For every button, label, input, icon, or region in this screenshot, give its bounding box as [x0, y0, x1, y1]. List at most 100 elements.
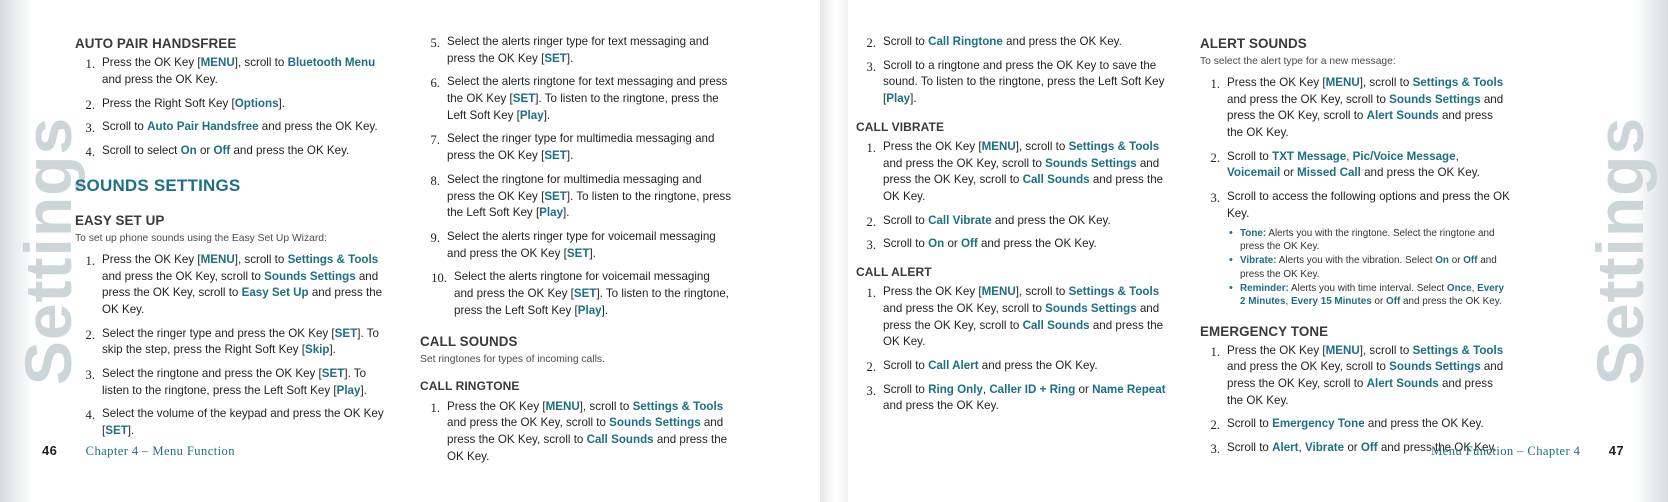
step-number: 3.: [866, 59, 876, 74]
option-label: Reminder:: [1240, 283, 1289, 295]
easy-set-up-intro: To set up phone sounds using the Easy Se…: [75, 233, 327, 245]
step-number: 3.: [866, 383, 876, 398]
step-text: Scroll to access the following options a…: [1227, 190, 1510, 220]
ui-term: Call Alert: [928, 358, 979, 372]
ui-term: Options: [234, 96, 279, 110]
alert-sounds-intro: To select the alert type for a new messa…: [1200, 56, 1396, 68]
call-ringtone-steps: 1. Press the OK Key [MENU], scroll to Set…: [420, 399, 732, 466]
step-number: 3.: [1210, 442, 1220, 457]
step-number: 3.: [866, 238, 876, 253]
ui-term: Off: [1360, 441, 1378, 455]
ui-term: Emergency Tone: [1272, 417, 1365, 431]
ui-term: On: [1435, 255, 1449, 267]
option-description: Alerts you with the vibration. Select On…: [1240, 255, 1497, 280]
ui-term: SET: [321, 367, 345, 381]
footer-chapter-right: Menu Function – Chapter 4: [1431, 444, 1581, 458]
step-number: 8.: [430, 173, 440, 188]
instruction-step: 2. Press the Right Soft Key [Options].: [75, 96, 387, 113]
instruction-step: 2. Scroll to Call Alert and press the OK …: [856, 358, 1168, 375]
page-number-right: 47: [1608, 443, 1624, 458]
step-number: 2.: [1210, 150, 1220, 165]
step-text: Press the OK Key [MENU], scroll to Bluet…: [102, 56, 376, 86]
instruction-step: 1. Press the OK Key [MENU], scroll to Set…: [856, 284, 1168, 351]
ui-term: Alert Sounds: [1366, 377, 1439, 391]
ui-term: SET: [566, 246, 590, 260]
option-bullet-list: Tone: Alerts you with the ringtone. Sele…: [1227, 226, 1512, 309]
ui-term: Name Repeat: [1092, 382, 1166, 396]
left-column-2: 5. Select the alerts ringer type for text…: [420, 34, 732, 472]
step-number: 5.: [430, 36, 440, 50]
ui-term: Sounds Settings: [1389, 360, 1481, 374]
step-text: Select the volume of the keypad and pres…: [102, 407, 384, 438]
step-number: 6.: [430, 76, 440, 91]
instruction-step: 7. Select the ringer type for multimedia …: [420, 131, 732, 164]
instruction-step: 4. Select the volume of the keypad and pr…: [75, 406, 387, 439]
ui-term: TXT Message: [1272, 149, 1347, 163]
ui-term: Off: [960, 237, 978, 251]
ui-term: Settings & Tools: [287, 252, 379, 266]
call-alert-steps: 1. Press the OK Key [MENU], scroll to Set…: [856, 284, 1168, 415]
ui-term: Settings & Tools: [1068, 139, 1160, 153]
ui-term: MENU: [200, 252, 235, 266]
ui-term: Pic/Voice Message: [1352, 149, 1456, 163]
ui-term: SET: [512, 92, 536, 106]
step-text: Select the alerts ringer type for text m…: [447, 35, 709, 65]
ui-term: Missed Call: [1297, 166, 1361, 180]
left-page-columns: AUTO PAIR HANDSFREE 1. Press the OK Key […: [0, 0, 834, 502]
instruction-step: 1. Press the OK Key [MENU], scroll to Blu…: [75, 55, 387, 88]
heading-auto-pair-handsfree: AUTO PAIR HANDSFREE: [75, 36, 237, 51]
footer-chapter-left: Chapter 4 – Menu Function: [85, 444, 235, 458]
step-number: 2.: [866, 359, 876, 374]
right-page-columns: 2. Scroll to Call Ringtone and press the …: [834, 0, 1668, 502]
instruction-step: 1. Press the OK Key [MENU], scroll to Set…: [1200, 343, 1512, 410]
step-text: Select the alerts ringtone for voicemail…: [454, 270, 729, 317]
step-number: 4.: [85, 408, 95, 423]
ui-term: Call Sounds: [586, 432, 654, 446]
option-description: Alerts you with the ringtone. Select the…: [1240, 227, 1495, 252]
step-text: Scroll to select On or Off and press the…: [102, 143, 350, 157]
instruction-step: 1. Press the OK Key [MENU], scroll to Set…: [75, 252, 387, 319]
ui-term: Play: [539, 206, 564, 220]
option-label: Vibrate:: [1240, 255, 1277, 267]
page-number-left: 46: [42, 443, 58, 458]
call-vibrate-steps: 1. Press the OK Key [MENU], scroll to Set…: [856, 139, 1168, 253]
ui-term: Sounds Settings: [1045, 301, 1137, 315]
ui-term: MENU: [1325, 76, 1360, 90]
ui-term: Voicemail: [1227, 166, 1281, 180]
call-sounds-intro: Set ringtones for types of incoming call…: [420, 354, 605, 366]
instruction-step: 1. Press the OK Key [MENU], scroll to Set…: [420, 399, 732, 466]
ui-term: Call Sounds: [1022, 173, 1090, 187]
step-number: 3.: [85, 121, 95, 136]
manual-page-spread: Settings AUTO PAIR HANDSFREE 1. Press the…: [0, 0, 1668, 502]
left-page-footer: 46 Chapter 4 – Menu Function: [42, 442, 235, 460]
ui-term: SET: [573, 286, 597, 300]
instruction-step: 9. Select the alerts ringer type for voic…: [420, 229, 732, 262]
ui-term: Play: [519, 108, 544, 122]
left-column-1: AUTO PAIR HANDSFREE 1. Press the OK Key […: [75, 34, 387, 447]
step-number: 4.: [85, 144, 95, 159]
auto-pair-handsfree-steps: 1. Press the OK Key [MENU], scroll to Blu…: [75, 55, 387, 159]
ui-term: MENU: [981, 285, 1016, 299]
step-text: Scroll to Ring Only, Caller ID + Ring or…: [883, 382, 1166, 413]
easy-set-up-steps-continued: 5. Select the alerts ringer type for text…: [420, 34, 732, 319]
ui-term: SET: [544, 189, 567, 203]
ui-term: On: [180, 143, 197, 157]
instruction-step: 8. Select the ringtone for multimedia mes…: [420, 172, 732, 222]
heading-alert-sounds: ALERT SOUNDS: [1200, 36, 1307, 51]
step-number: 10.: [431, 271, 447, 286]
alert-sounds-steps: 1. Press the OK Key [MENU], scroll to Set…: [1200, 75, 1512, 309]
step-text: Select the ringer type for multimedia me…: [447, 132, 715, 163]
instruction-step: 2. Scroll to TXT Message, Pic/Voice Messa…: [1200, 149, 1512, 182]
instruction-step: 3. Scroll to On or Off and press the OK K…: [856, 236, 1168, 253]
step-text: Scroll to Call Vibrate and press the OK …: [883, 213, 1111, 227]
step-number: 9.: [430, 230, 440, 245]
heading-call-ringtone: CALL RINGTONE: [420, 379, 520, 394]
instruction-step: 6. Select the alerts ringtone for text me…: [420, 74, 732, 124]
step-number: 1.: [866, 140, 876, 155]
step-text: Scroll to a ringtone and press the OK Ke…: [883, 58, 1165, 106]
option-bullet: Reminder: Alerts you with time interval.…: [1227, 281, 1512, 308]
ui-term: MENU: [1325, 343, 1360, 357]
step-text: Scroll to Auto Pair Handsfree and press …: [102, 120, 378, 134]
step-text: Scroll to Emergency Tone and press the O…: [1227, 417, 1484, 431]
heading-emergency-tone: EMERGENCY TONE: [1200, 323, 1329, 339]
